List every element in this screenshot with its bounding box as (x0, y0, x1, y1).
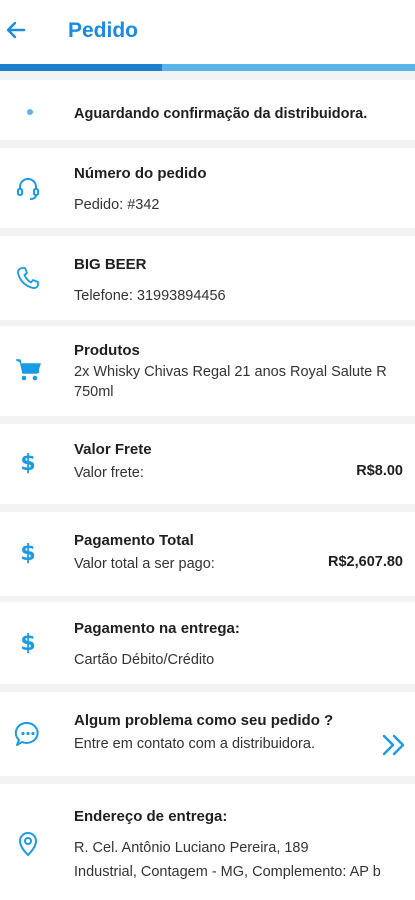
support-text: Entre em contato com a distribuidora. (74, 736, 315, 752)
order-number-card: Número do pedido Pedido: #342 (0, 148, 415, 228)
cart-icon (16, 359, 41, 381)
address-line-1: R. Cel. Antônio Luciano Pereira, 189 (74, 840, 309, 856)
dollar-icon: $ (20, 451, 35, 476)
back-arrow-icon[interactable] (4, 18, 28, 42)
dollar-icon: $ (20, 541, 35, 566)
shipping-card: $ Valor Frete Valor frete: R$8.00 (0, 424, 415, 504)
total-text: Valor total a ser pago: (74, 556, 215, 572)
products-card: Produtos 2x Whisky Chivas Regal 21 anos … (0, 326, 415, 416)
order-progress-bar (0, 64, 415, 71)
product-volume: 750ml (74, 384, 114, 400)
order-number-value: Pedido: #342 (74, 197, 160, 213)
shipping-text: Valor frete: (74, 465, 144, 481)
total-label: Pagamento Total (74, 532, 194, 549)
address-line-2: Industrial, Contagem - MG, Complemento: … (74, 864, 381, 880)
double-chevron-right-icon[interactable] (381, 733, 409, 757)
payment-label: Pagamento na entrega: (74, 620, 240, 637)
distributor-name: BIG BEER (74, 256, 147, 273)
support-label: Algum problema como seu pedido ? (74, 712, 334, 729)
status-dot-icon (27, 109, 33, 115)
support-card[interactable]: Algum problema como seu pedido ? Entre e… (0, 692, 415, 776)
page-title: Pedido (68, 19, 139, 42)
distributor-phone[interactable]: Telefone: 31993894456 (74, 286, 226, 306)
address-label: Endereço de entrega: (74, 808, 228, 825)
svg-text:$: $ (20, 541, 35, 566)
phone-icon[interactable] (14, 264, 42, 292)
shipping-value: R$8.00 (356, 463, 403, 479)
total-value: R$2,607.80 (328, 554, 403, 570)
chat-bubble-icon (14, 721, 39, 746)
dollar-icon: $ (20, 631, 35, 656)
shipping-label: Valor Frete (74, 441, 152, 458)
order-progress-fill (0, 64, 162, 71)
payment-method: Cartão Débito/Crédito (74, 652, 215, 668)
svg-text:$: $ (20, 631, 35, 656)
product-line: 2x Whisky Chivas Regal 21 anos Royal Sal… (74, 364, 387, 380)
status-card: Aguardando confirmação da distribuidora. (0, 80, 415, 140)
app-header: Pedido (0, 0, 415, 64)
status-text: Aguardando confirmação da distribuidora. (74, 106, 368, 122)
location-pin-icon (19, 832, 37, 856)
total-card: $ Pagamento Total Valor total a ser pago… (0, 512, 415, 596)
svg-text:$: $ (20, 451, 35, 476)
headset-icon (17, 178, 39, 200)
order-number-label: Número do pedido (74, 165, 207, 182)
payment-card: $ Pagamento na entrega: Cartão Débito/Cr… (0, 602, 415, 684)
products-label: Produtos (74, 342, 140, 359)
address-card: Endereço de entrega: R. Cel. Antônio Luc… (0, 784, 415, 900)
distributor-card: BIG BEER Telefone: 31993894456 (0, 236, 415, 320)
